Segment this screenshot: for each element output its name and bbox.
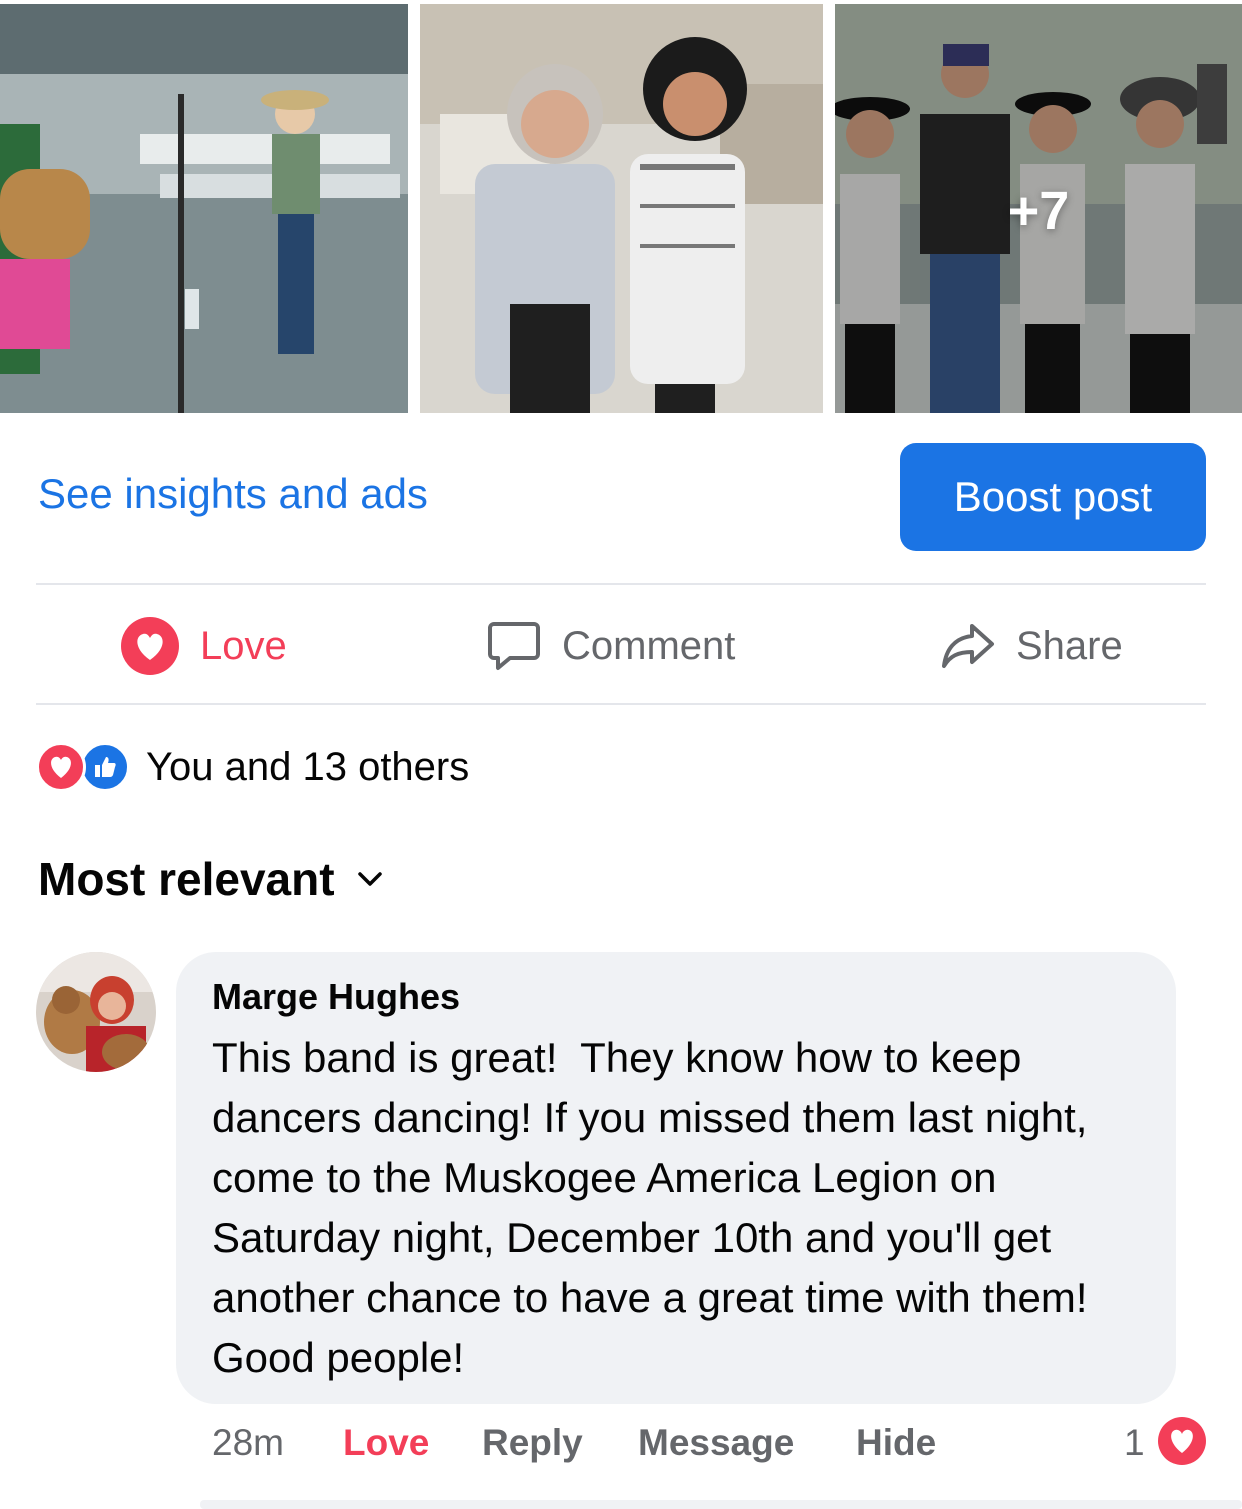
love-label: Love bbox=[200, 623, 287, 668]
boost-post-button[interactable]: Boost post bbox=[900, 443, 1206, 551]
comment-button[interactable]: Comment bbox=[486, 610, 735, 682]
comment-author[interactable]: Marge Hughes bbox=[212, 976, 1140, 1018]
divider bbox=[36, 703, 1206, 705]
love-reaction-icon bbox=[36, 742, 86, 792]
post-photo-2[interactable] bbox=[420, 4, 823, 413]
comment-bubble: Marge Hughes This band is great! They kn… bbox=[176, 952, 1176, 1404]
comment-sort-dropdown[interactable]: Most relevant bbox=[38, 852, 383, 906]
comment-label: Comment bbox=[562, 623, 736, 668]
reactions-count-text: You and 13 others bbox=[146, 744, 470, 789]
comment-reaction-count: 1 bbox=[1124, 1422, 1145, 1463]
comment-timestamp: 28m bbox=[212, 1422, 284, 1463]
heart-icon bbox=[120, 616, 180, 676]
sort-label: Most relevant bbox=[38, 853, 335, 905]
see-insights-link[interactable]: See insights and ads bbox=[38, 470, 428, 518]
more-photos-count[interactable]: +7 bbox=[835, 180, 1242, 242]
share-arrow-icon bbox=[940, 618, 996, 674]
reactions-summary[interactable]: You and 13 others bbox=[36, 740, 469, 794]
comment-message-button[interactable]: Message bbox=[638, 1418, 794, 1468]
next-comment-edge bbox=[200, 1500, 1242, 1509]
avatar-image bbox=[36, 952, 156, 1072]
reaction-icons bbox=[36, 742, 132, 792]
comment-reply-button[interactable]: Reply bbox=[482, 1418, 583, 1468]
comment-bubble-icon bbox=[486, 618, 542, 674]
chevron-down-icon bbox=[357, 870, 383, 888]
photo-2-image bbox=[420, 4, 823, 413]
share-label: Share bbox=[1016, 623, 1123, 668]
share-button[interactable]: Share bbox=[940, 610, 1123, 682]
post-photo-3[interactable]: +7 bbox=[835, 4, 1242, 413]
comment-love-button[interactable]: Love bbox=[343, 1418, 429, 1468]
divider bbox=[36, 583, 1206, 585]
comment-hide-button[interactable]: Hide bbox=[856, 1418, 936, 1468]
comment-heart-icon[interactable] bbox=[1158, 1417, 1206, 1465]
like-reaction-icon bbox=[80, 742, 130, 792]
post-photo-grid: +7 bbox=[0, 0, 1242, 414]
avatar[interactable] bbox=[36, 952, 156, 1072]
love-reaction-button[interactable]: Love bbox=[120, 610, 287, 682]
post-photo-1[interactable] bbox=[0, 4, 408, 413]
photo-1-image bbox=[0, 4, 408, 413]
comment-text: This band is great! They know how to kee… bbox=[212, 1034, 1111, 1381]
